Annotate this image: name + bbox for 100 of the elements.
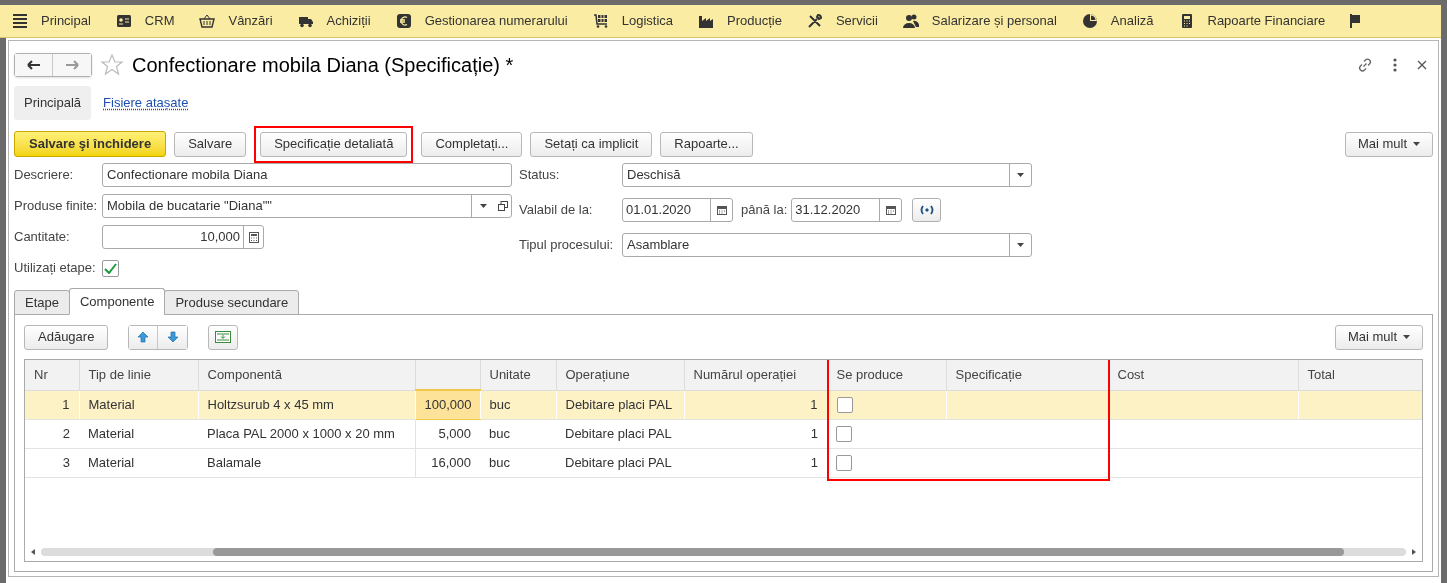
save-and-close-button[interactable]: Salvare şi închidere <box>14 131 167 157</box>
field-label: Utilizați etape: <box>14 259 97 278</box>
close-icon[interactable] <box>1417 60 1427 70</box>
finished-product-field[interactable]: Mobila de bucatarie "Diana"" <box>102 194 512 218</box>
scroll-right-icon[interactable] <box>1412 549 1416 555</box>
field-label: Descriere: <box>14 166 75 185</box>
table-cell: 1 <box>25 390 79 419</box>
column-header[interactable]: Tip de linie <box>79 360 198 390</box>
column-header[interactable]: Total <box>1298 360 1422 390</box>
menu-item[interactable]: Servicii <box>835 11 878 31</box>
toolbar-button[interactable]: Setați ca implicit <box>530 131 653 157</box>
table-cell: Material <box>79 448 198 477</box>
table-cell: Debitare placi PAL <box>556 390 684 419</box>
basket-icon <box>199 13 216 29</box>
pie-chart-icon <box>1081 13 1098 29</box>
back-arrow-icon <box>26 60 41 70</box>
period-button[interactable] <box>912 198 942 222</box>
tab[interactable]: Produse secundare <box>164 290 300 315</box>
menu-item[interactable]: Gestionarea numerarului <box>424 11 568 31</box>
quantity-field[interactable]: 10,000 <box>102 225 264 249</box>
back-button[interactable] <box>15 54 53 76</box>
menu-item[interactable]: Achiziții <box>326 11 371 31</box>
table-cell: Debitare placi PAL <box>556 448 684 477</box>
menu-item[interactable]: Salarizare și personal <box>931 11 1057 31</box>
table-cell: buc <box>480 448 556 477</box>
scrollbar-thumb[interactable] <box>213 548 1344 556</box>
column-header[interactable]: Nr <box>25 360 79 390</box>
status-field[interactable]: Deschisă <box>622 163 1032 187</box>
section-link[interactable]: Fisiere atașate <box>101 93 191 113</box>
menu-item[interactable]: Principal <box>41 11 91 31</box>
dropdown-caret-icon[interactable] <box>480 204 487 208</box>
tab[interactable]: Etape <box>14 290 70 315</box>
calculator-icon[interactable] <box>248 231 259 243</box>
table-cell: Placa PAL 2000 x 1000 x 20 mm <box>198 419 415 448</box>
period-icon <box>918 205 935 215</box>
toolbar-button[interactable]: Salvare <box>174 131 247 157</box>
open-window-icon[interactable] <box>498 201 508 211</box>
more-button[interactable]: Mai mult <box>1334 324 1423 350</box>
table-cell: Holtzsurub 4 x 45 mm <box>198 390 415 419</box>
menu-item[interactable]: Logistica <box>621 11 673 31</box>
column-header[interactable]: Numărul operației <box>684 360 827 390</box>
menu-item[interactable]: Producție <box>727 11 782 31</box>
column-header[interactable]: Componentă <box>198 360 415 390</box>
table-cell: 100,000 <box>415 390 480 419</box>
section-tab[interactable]: Principală <box>14 86 92 120</box>
column-header[interactable]: Cost <box>1108 360 1298 390</box>
table-cell: Debitare placi PAL <box>556 419 684 448</box>
more-options-icon[interactable] <box>1393 58 1397 72</box>
field-label: Tipul procesului: <box>519 236 615 255</box>
checkbox[interactable] <box>836 397 853 414</box>
menu-item[interactable]: Analiză <box>1110 11 1154 31</box>
menu-item[interactable]: Vânzări <box>228 11 273 31</box>
table-cell: Material <box>79 419 198 448</box>
move-up-button[interactable] <box>129 325 159 349</box>
toolbar-button[interactable]: Specificație detaliată <box>260 131 408 157</box>
field-label: Status: <box>519 166 561 185</box>
id-card-icon <box>115 13 132 29</box>
down-arrow-icon <box>166 331 179 343</box>
tab[interactable]: Componente <box>69 288 166 315</box>
fill-button[interactable] <box>208 324 239 350</box>
calendar-icon[interactable] <box>885 205 896 215</box>
link-icon[interactable] <box>1357 57 1373 73</box>
checkbox[interactable] <box>836 426 852 443</box>
calendar-icon[interactable] <box>716 205 727 215</box>
dropdown-caret-icon[interactable] <box>1017 243 1024 247</box>
date-field[interactable]: 31.12.2020 <box>791 198 903 222</box>
up-arrow-icon <box>137 331 150 343</box>
table-cell: 5,000 <box>415 419 480 448</box>
forward-arrow-icon <box>65 60 79 70</box>
column-header[interactable]: Operațiune <box>556 360 684 390</box>
toolbar-button[interactable]: Completați... <box>421 131 523 157</box>
menu-item[interactable]: CRM <box>144 11 175 31</box>
table-cell: buc <box>480 390 556 419</box>
scroll-left-icon[interactable] <box>31 549 35 555</box>
cart-icon <box>592 13 609 29</box>
column-header[interactable]: Se produce <box>827 360 946 390</box>
window-title: Confectionare mobila Diana (Specificație) * <box>132 53 514 78</box>
date-field[interactable]: 01.01.2020 <box>622 198 733 222</box>
checkbox[interactable] <box>102 259 119 277</box>
process-type-field[interactable]: Asamblare <box>622 233 1032 257</box>
field-label: până la: <box>741 201 788 220</box>
column-header[interactable]: Unitate <box>480 360 556 390</box>
table-cell: buc <box>480 419 556 448</box>
dropdown-caret-icon <box>1403 335 1410 339</box>
table-cell: Balamale <box>198 448 415 477</box>
star-icon[interactable] <box>100 53 124 77</box>
move-down-button[interactable] <box>158 325 188 349</box>
checkbox[interactable] <box>836 455 852 472</box>
column-header[interactable]: Specificație <box>946 360 1108 390</box>
menu-item[interactable]: Rapoarte Financiare <box>1207 11 1326 31</box>
add-button[interactable]: Adăugare <box>24 324 109 350</box>
description-field[interactable]: Confectionare mobila Diana <box>102 163 512 187</box>
toolbar-button[interactable]: Rapoarte... <box>660 131 753 157</box>
table-cell: 3 <box>25 448 79 477</box>
field-label: Cantitate: <box>14 228 71 247</box>
more-button[interactable]: Mai mult <box>1344 131 1433 157</box>
table-cell: 1 <box>684 419 827 448</box>
table-fill-icon <box>215 331 232 343</box>
table-cell: 1 <box>684 390 827 419</box>
dropdown-caret-icon[interactable] <box>1017 173 1024 177</box>
